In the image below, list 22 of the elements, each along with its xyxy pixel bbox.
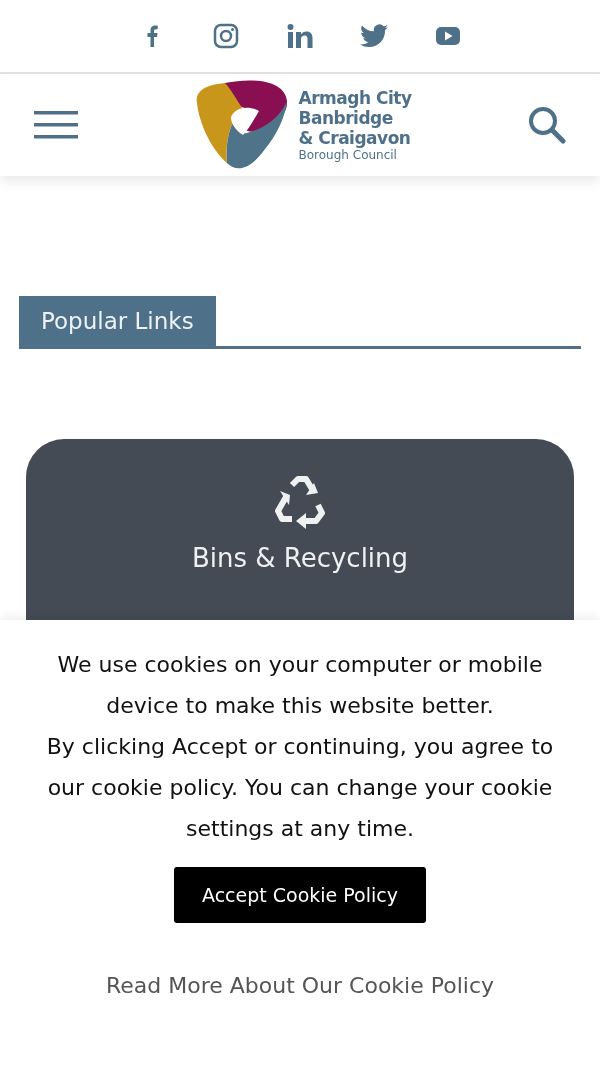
linkedin-icon <box>287 24 313 48</box>
cookie-message: We use cookies on your computer or mobile device to make this website better. <box>56 651 544 720</box>
search-icon <box>528 106 566 144</box>
logo-subtitle: Borough Council <box>298 147 397 163</box>
logo-emblem-icon <box>194 79 289 171</box>
accept-cookie-button[interactable]: Accept Cookie Policy <box>174 867 426 923</box>
council-logo[interactable]: Armagh City Banbridge & Craigavon Borough Council <box>194 79 412 171</box>
facebook-icon <box>146 25 158 47</box>
section-heading: Popular Links <box>19 296 216 346</box>
popular-link-card[interactable]: Bins & Recycling <box>26 439 574 620</box>
search-button[interactable] <box>528 106 566 144</box>
instagram-icon <box>213 23 239 49</box>
logo-text: Banbridge <box>298 107 393 128</box>
logo-text: & Craigavon <box>298 127 412 148</box>
logo-text: Armagh City <box>298 87 412 108</box>
cookie-detail: By clicking Accept or continuing, you agree to our cookie policy. You can change your cookie settings at any time. <box>45 733 555 843</box>
bird-icon <box>360 24 388 48</box>
youtube-icon <box>435 26 461 46</box>
menu-icon <box>34 111 78 139</box>
menu-button[interactable] <box>34 111 78 139</box>
cookie-policy-link[interactable]: Read More About Our Cookie Policy <box>105 973 495 998</box>
recycle-icon <box>272 475 328 529</box>
